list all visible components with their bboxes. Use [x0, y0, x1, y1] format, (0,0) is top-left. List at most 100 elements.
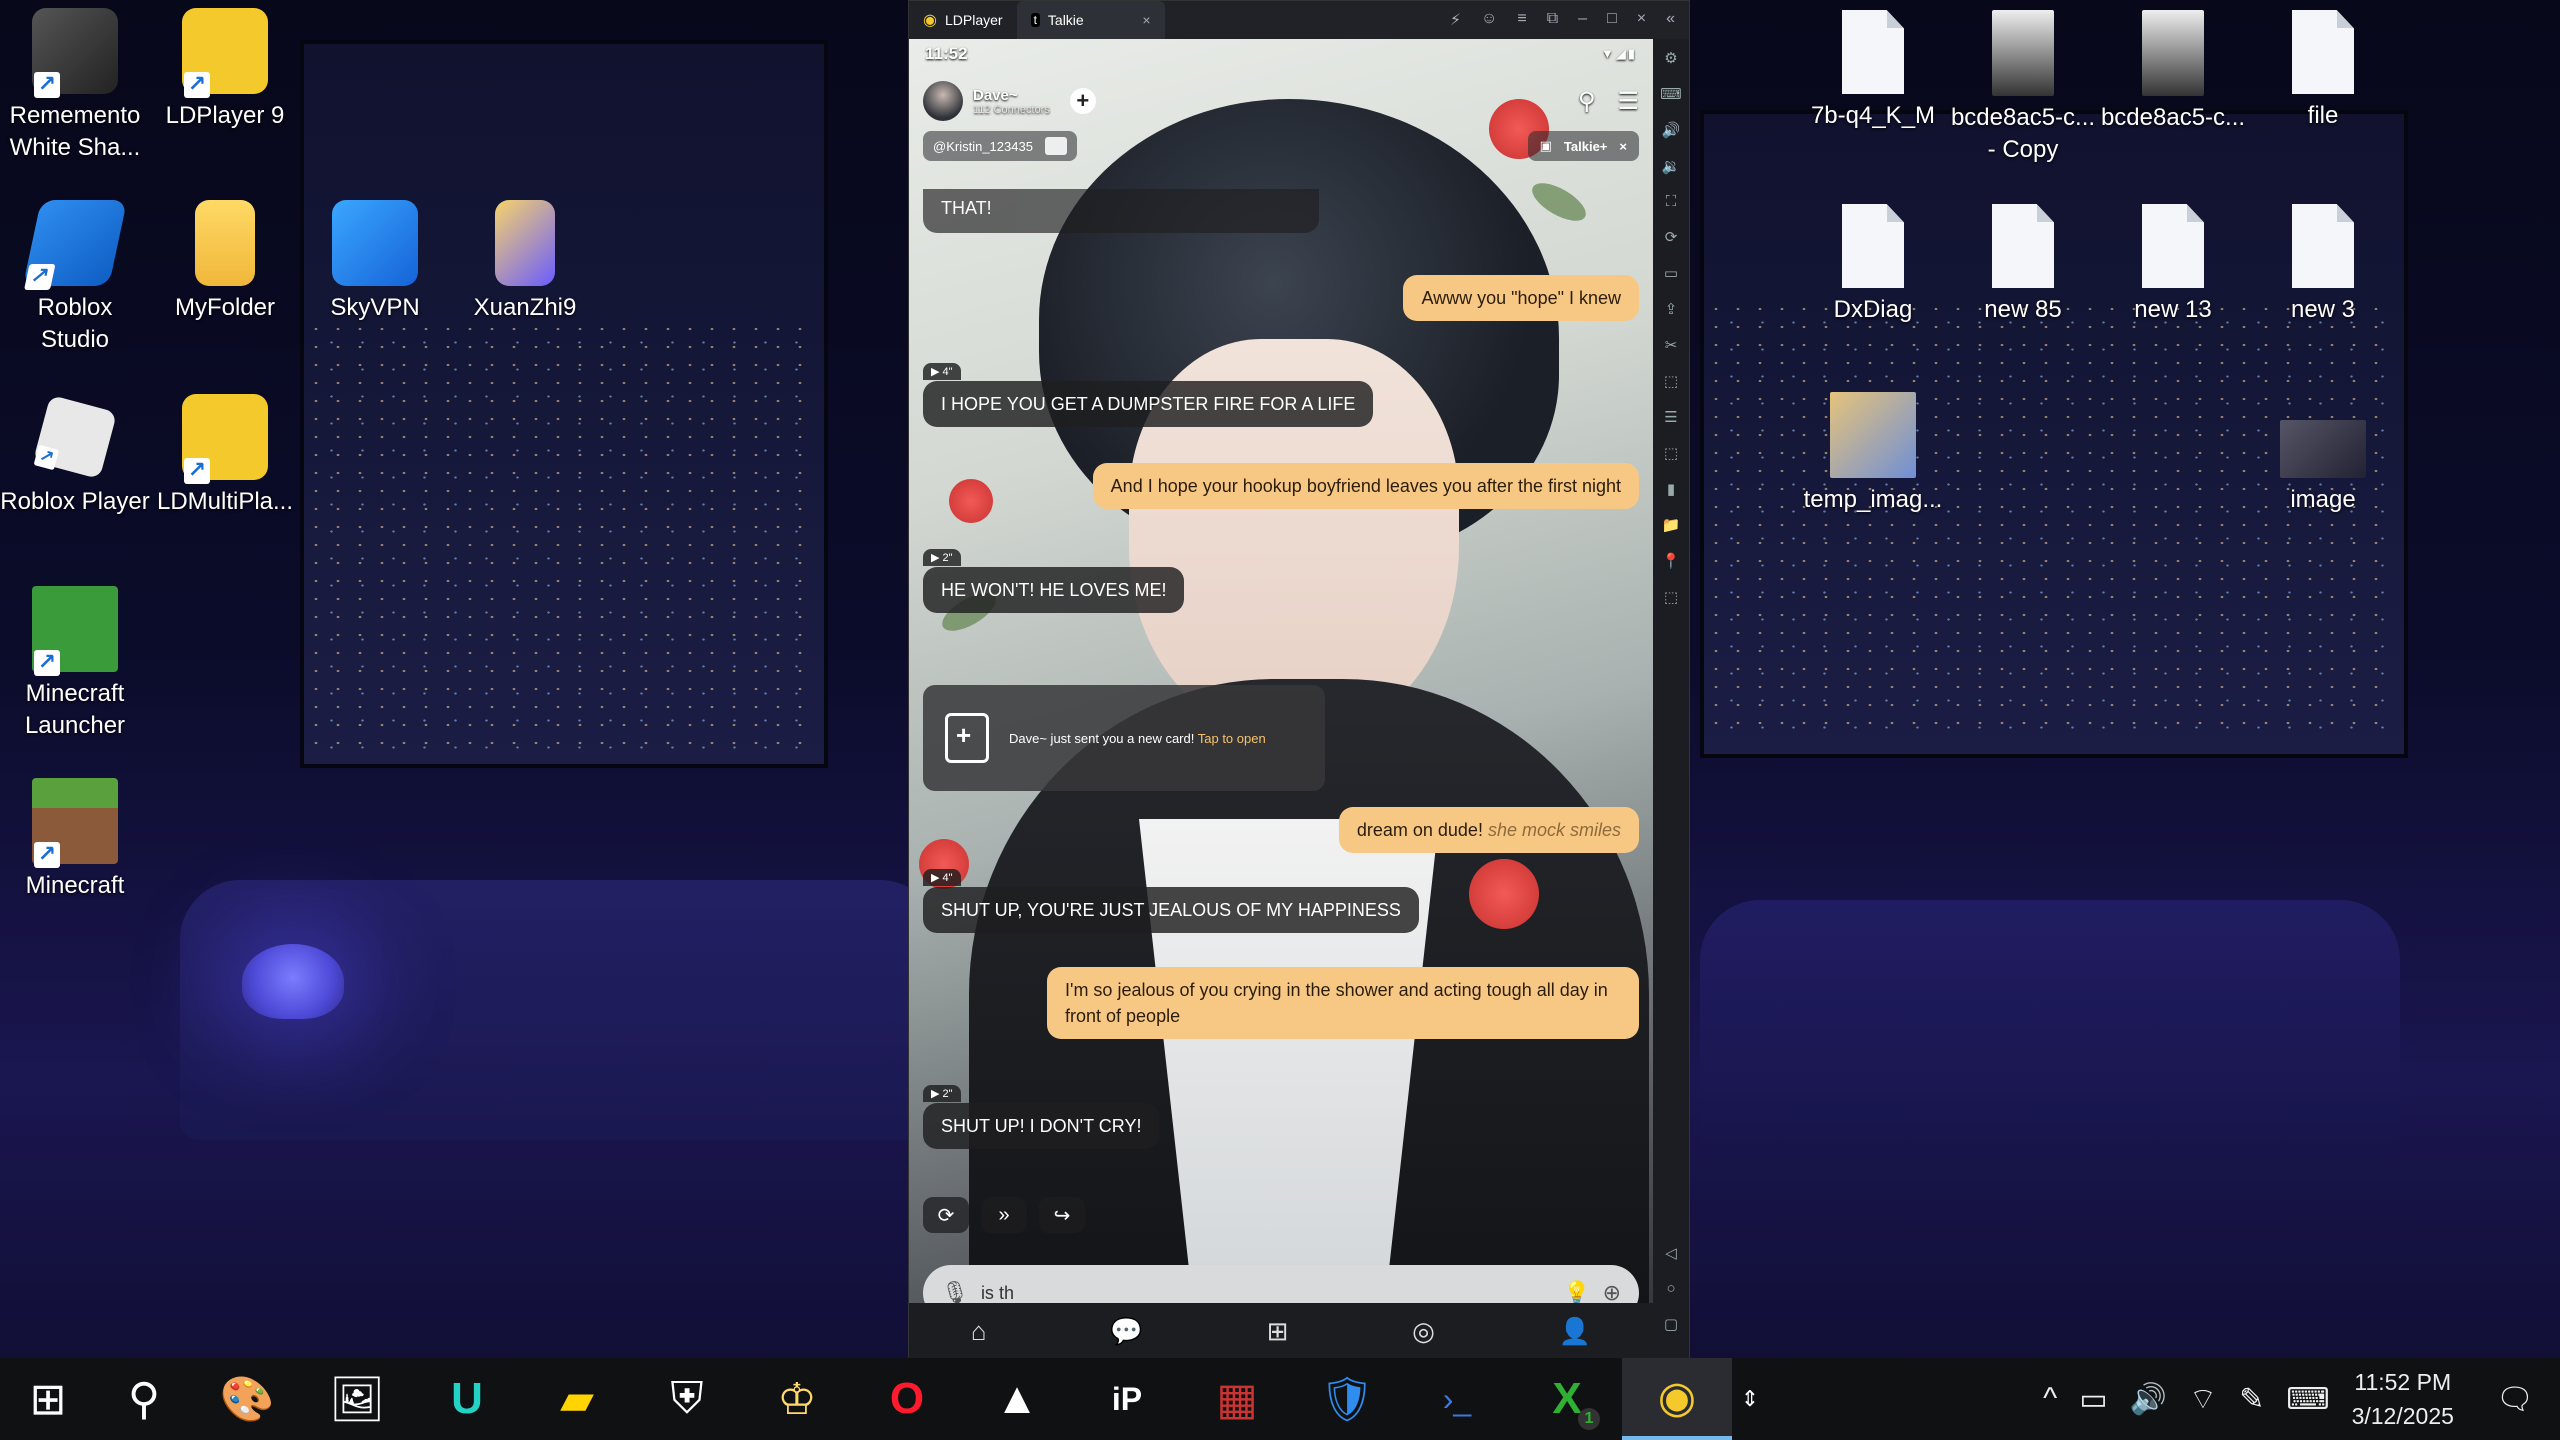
install-apk-icon[interactable]: ⇪	[1665, 300, 1678, 318]
game-icon[interactable]: ♔	[742, 1358, 852, 1440]
paint-icon[interactable]: 🎨	[192, 1358, 302, 1440]
desktop-icon-myfolder[interactable]: MyFolder	[150, 200, 300, 324]
tab-ldplayer[interactable]: ◉ LDPlayer	[909, 1, 1017, 39]
ibispaint-icon[interactable]: iP	[1072, 1358, 1182, 1440]
desktop-icon-roblox-player[interactable]: ↗ Roblox Player	[0, 394, 150, 518]
security-icon[interactable]: ⛨	[632, 1358, 742, 1440]
vpn-shield-icon[interactable]: 🛡	[1292, 1358, 1402, 1440]
desktop-icon-7b-q4[interactable]: 7b-q4_K_M	[1798, 10, 1948, 132]
desktop-icon-bcde8ac5-copy[interactable]: bcde8ac5-c... - Copy	[1948, 10, 2098, 166]
battery-icon[interactable]: ▭	[2079, 1382, 2107, 1417]
message-bubble-bot[interactable]: I HOPE YOU GET A DUMPSTER FIRE FOR A LIF…	[923, 381, 1374, 427]
record-icon[interactable]: ⬚	[1664, 372, 1678, 390]
ldplayer-window[interactable]: ◉ LDPlayer t Talkie × ⚡ ☺ ≡ ⧉ – □ × « ⚙ …	[908, 0, 1690, 1360]
volume-up-icon[interactable]: 🔊	[1662, 121, 1681, 139]
nav-create-icon[interactable]: ⊞	[1267, 1316, 1289, 1347]
recents-icon[interactable]: ▢	[1664, 1315, 1678, 1333]
ldplayer-taskbar-icon[interactable]: ◉	[1622, 1358, 1732, 1440]
voice-play-button[interactable]: ▶ 2"	[923, 549, 961, 566]
menu-icon[interactable]: ☰	[1617, 87, 1639, 116]
close-icon[interactable]: ×	[1637, 10, 1646, 30]
winrar-icon[interactable]: ▦	[1182, 1358, 1292, 1440]
nav-home-icon[interactable]: ⌂	[971, 1316, 987, 1347]
voice-play-button[interactable]: ▶ 4"	[923, 869, 961, 886]
volume-down-icon[interactable]: 🔉	[1662, 157, 1681, 175]
inkscape-icon[interactable]: ▲	[962, 1358, 1072, 1440]
message-bubble-user[interactable]: dream on dude! she mock smiles	[1338, 807, 1639, 853]
tap-to-open-link[interactable]: Tap to open	[1198, 731, 1266, 746]
keyboard-icon[interactable]: ⌨	[1660, 85, 1682, 103]
search-icon[interactable]: ⚲	[1578, 87, 1596, 116]
desktop-icon-ldmultiplayer[interactable]: ↗ LDMultiPla...	[150, 394, 300, 518]
close-tab-icon[interactable]: ×	[1142, 12, 1150, 28]
message-bubble-bot[interactable]: SHUT UP, YOU'RE JUST JEALOUS OF MY HAPPI…	[923, 887, 1419, 933]
powershell-icon[interactable]: ›_	[1402, 1358, 1512, 1440]
xbox-icon[interactable]: X 1	[1512, 1358, 1622, 1440]
voice-play-button[interactable]: ▶ 4"	[923, 363, 961, 380]
message-bubble-user[interactable]: Awww you "hope" I knew	[1403, 275, 1639, 321]
desktop-icon-temp-image[interactable]: temp_imag...	[1798, 392, 1948, 516]
volume-icon[interactable]: 🔊	[2130, 1382, 2167, 1417]
follow-plus-icon[interactable]: +	[1069, 88, 1096, 114]
desktop-icon-image[interactable]: image	[2248, 420, 2398, 516]
photos-icon[interactable]: 🖼	[302, 1358, 412, 1440]
desktop-icon-new13[interactable]: new 13	[2098, 204, 2248, 326]
back-icon[interactable]: ◁	[1665, 1244, 1677, 1262]
character-avatar[interactable]	[923, 81, 963, 121]
taskbar-scroll-icon[interactable]: ⇕	[1732, 1358, 1768, 1440]
nav-chat-icon[interactable]: 💬	[1110, 1316, 1142, 1347]
maximize-icon[interactable]: □	[1607, 10, 1617, 30]
show-hidden-icons[interactable]: ^	[2043, 1382, 2057, 1416]
notifications-icon[interactable]: 🗨	[2496, 1382, 2534, 1417]
desktop-icon-minecraft[interactable]: ↗ Minecraft	[0, 778, 150, 902]
new-card-notice[interactable]: Dave~ just sent you a new card! Tap to o…	[923, 685, 1325, 791]
search-icon[interactable]: ⚲	[96, 1358, 192, 1440]
wifi-icon[interactable]: ⌔	[2189, 1380, 2217, 1418]
nav-explore-icon[interactable]: ◎	[1412, 1316, 1435, 1347]
operations-icon[interactable]: ☰	[1664, 408, 1677, 426]
account-icon[interactable]: ☺	[1481, 10, 1497, 30]
menu-icon[interactable]: ≡	[1517, 10, 1526, 30]
desktop-icon-new3[interactable]: new 3	[2248, 204, 2398, 326]
boost-icon[interactable]: ⚡	[1450, 10, 1461, 30]
sync-icon[interactable]: ⬚	[1664, 444, 1678, 462]
share-icon[interactable]: ↪	[1039, 1197, 1085, 1233]
shake-icon[interactable]: ▮	[1667, 480, 1675, 498]
desktop-icon-rememento[interactable]: ↗ Rememento White Sha...	[0, 8, 150, 164]
collapse-sidebar-icon[interactable]: «	[1666, 10, 1675, 30]
desktop-icon-new85[interactable]: new 85	[1948, 204, 2098, 326]
restore-icon[interactable]: ⧉	[1547, 10, 1558, 30]
talkie-chat-screen[interactable]: 11:52 ▼◢▮ Dave~ 112 Connectors + ⚲ ☰ @Kr…	[909, 39, 1653, 1359]
desktop-icon-minecraft-launcher[interactable]: ↗ Minecraft Launcher	[0, 586, 150, 742]
desktop-icon-roblox-studio[interactable]: ↗ Roblox Studio	[0, 200, 150, 356]
multi-instance-icon[interactable]: ▭	[1664, 264, 1678, 282]
pen-icon[interactable]: ✎	[2239, 1382, 2264, 1417]
desktop-icon-ldplayer[interactable]: ↗ LDPlayer 9	[150, 8, 300, 132]
message-bubble-user[interactable]: I'm so jealous of you crying in the show…	[1047, 967, 1639, 1039]
memo-icon[interactable]	[1044, 137, 1067, 155]
clock[interactable]: 11:52 PM 3/12/2025	[2352, 1365, 2454, 1433]
fullscreen-icon[interactable]: ⛶	[1666, 193, 1677, 210]
creator-chip[interactable]: @Kristin_123435	[923, 131, 1077, 161]
desktop-icon-xuanzhi[interactable]: XuanZhi9	[450, 200, 600, 324]
opera-icon[interactable]: O	[852, 1358, 962, 1440]
settings-icon[interactable]: ⚙	[1664, 49, 1677, 67]
message-bubble-bot[interactable]: HE WON'T! HE LOVES ME!	[923, 567, 1185, 613]
minimize-icon[interactable]: –	[1578, 10, 1587, 30]
location-icon[interactable]: 📍	[1662, 552, 1681, 570]
screenshot-icon[interactable]: ✂	[1665, 336, 1678, 354]
more-icon[interactable]: ⬚	[1664, 588, 1678, 606]
desktop-icon-skyvpn[interactable]: SkyVPN	[300, 200, 450, 324]
desktop-icon-bcde8ac5[interactable]: bcde8ac5-c...	[2098, 10, 2248, 134]
home-icon[interactable]: ○	[1666, 1280, 1675, 1297]
keyboard-icon[interactable]: ⌨	[2286, 1382, 2329, 1417]
nav-profile-icon[interactable]: 👤	[1559, 1316, 1591, 1347]
voice-play-button[interactable]: ▶ 2"	[923, 1085, 961, 1102]
desktop-icon-dxdiag[interactable]: DxDiag	[1798, 204, 1948, 326]
talkie-plus-banner[interactable]: ▣ Talkie+ ×	[1527, 131, 1639, 161]
tab-talkie[interactable]: t Talkie ×	[1016, 1, 1165, 39]
regenerate-icon[interactable]: ⟳	[923, 1197, 969, 1233]
desktop-icon-file[interactable]: file	[2248, 10, 2398, 132]
close-banner-icon[interactable]: ×	[1619, 139, 1627, 154]
message-bubble-user[interactable]: And I hope your hookup boyfriend leaves …	[1092, 463, 1639, 509]
